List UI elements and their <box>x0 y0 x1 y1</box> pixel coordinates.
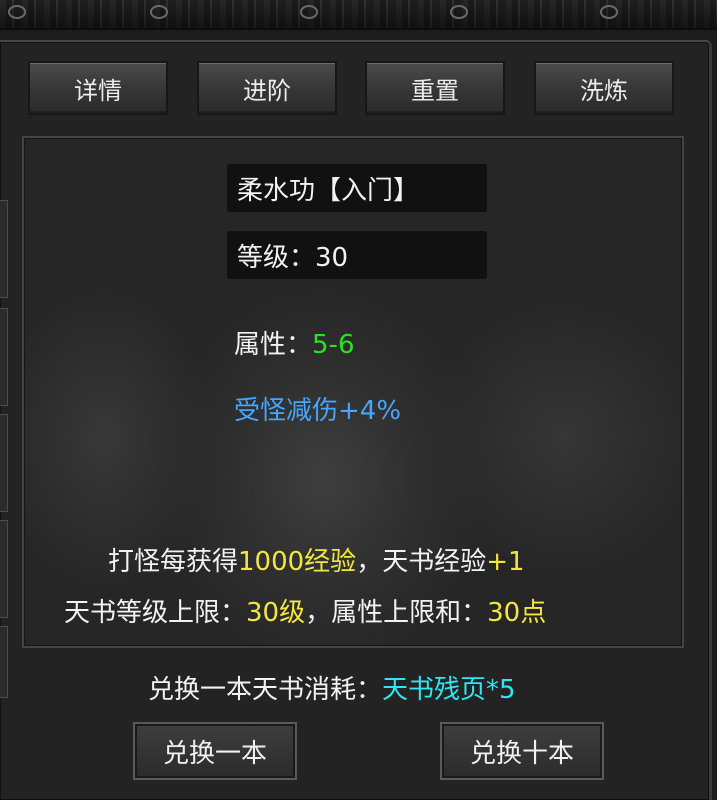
limit-line: 天书等级上限：30级，属性上限和：30点 <box>64 592 546 629</box>
tab-refine[interactable]: 洗炼 <box>534 61 674 115</box>
attribute-line: 属性：5-6 <box>234 324 354 361</box>
exchange-cost-line: 兑换一本天书消耗：天书残页*5 <box>148 669 516 706</box>
side-tab-3[interactable] <box>0 414 8 512</box>
ornament-icon <box>300 5 318 19</box>
side-tab-2[interactable] <box>0 308 8 406</box>
skill-name: 柔水功【入门】 <box>227 164 487 212</box>
exchange-ten-button[interactable]: 兑换十本 <box>440 722 604 780</box>
tab-advance[interactable]: 进阶 <box>197 61 337 115</box>
book-exp-gain: +1 <box>486 547 525 577</box>
ornament-icon <box>450 5 468 19</box>
exchange-cost-value: 天书残页*5 <box>382 675 516 705</box>
exp-rule-text-b: ，天书经验 <box>356 547 487 577</box>
tab-details[interactable]: 详情 <box>28 61 168 115</box>
attr-cap-label: ，属性上限和： <box>305 598 488 628</box>
side-tab-1[interactable] <box>0 200 8 298</box>
skill-level: 等级：30 <box>227 231 487 279</box>
side-tab-4[interactable] <box>0 520 8 618</box>
side-tab-5[interactable] <box>0 626 8 698</box>
exchange-cost-label: 兑换一本天书消耗： <box>148 675 383 705</box>
level-cap-value: 30级 <box>246 598 306 628</box>
exp-rule-line: 打怪每获得1000经验，天书经验+1 <box>108 541 525 578</box>
exchange-one-button[interactable]: 兑换一本 <box>133 722 297 780</box>
ornament-icon <box>150 5 168 19</box>
ornament-icon <box>600 5 618 19</box>
exp-amount: 1000经验 <box>238 547 357 577</box>
attribute-label: 属性： <box>234 330 313 360</box>
level-cap-label: 天书等级上限： <box>64 598 247 628</box>
skill-effect: 受怪减伤+4% <box>234 396 402 426</box>
tab-reset[interactable]: 重置 <box>365 61 505 115</box>
attribute-value: 5-6 <box>312 330 355 360</box>
ornament-icon <box>8 5 26 19</box>
exp-rule-text-a: 打怪每获得 <box>108 547 239 577</box>
attr-cap-value: 30点 <box>487 598 547 628</box>
decorative-top-border <box>0 0 717 30</box>
